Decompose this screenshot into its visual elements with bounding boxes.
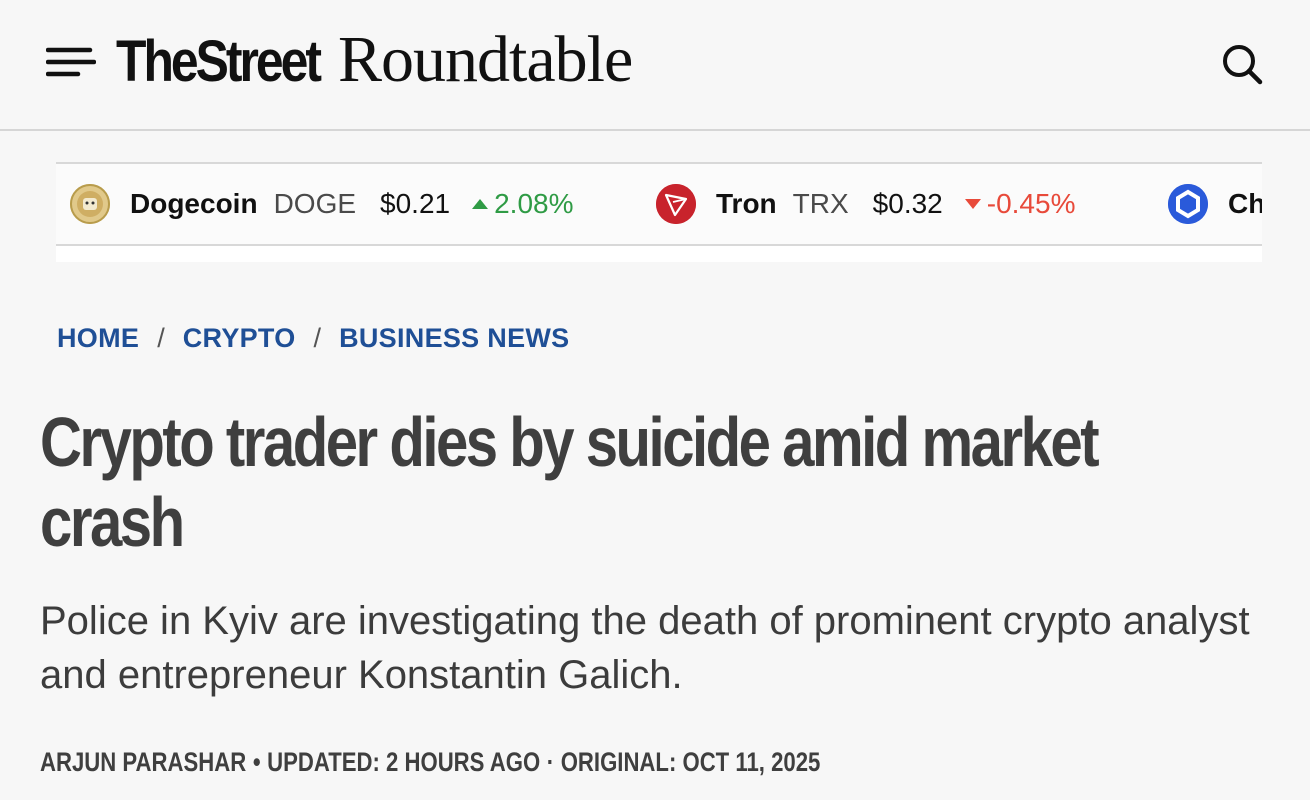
article-byline: ARJUN PARASHAR • UPDATED: 2 HOURS AGO · … xyxy=(40,742,992,782)
coin-symbol: DOGE xyxy=(273,188,357,219)
ticker-item-tron[interactable]: Tron TRX $0.32 -0.45% xyxy=(656,164,1075,244)
breadcrumb-separator: / xyxy=(157,322,165,353)
breadcrumb-business-news[interactable]: BUSINESS NEWS xyxy=(339,323,569,354)
crypto-ticker: Dogecoin DOGE $0.21 2.08% Tron TRX $0.32… xyxy=(56,162,1262,246)
site-logo[interactable]: TheStreet Roundtable xyxy=(116,22,633,102)
ticker-divider xyxy=(56,246,1262,262)
coin-change-value: -0.45% xyxy=(986,188,1076,219)
article-headline: Crypto trader dies by suicide amid marke… xyxy=(40,402,1270,562)
coin-name: Tron xyxy=(716,188,777,219)
coin-name: Dogecoin xyxy=(130,188,258,219)
site-header: TheStreet Roundtable xyxy=(0,0,1310,131)
menu-icon[interactable] xyxy=(45,42,97,82)
triangle-up-icon xyxy=(472,199,489,209)
ticker-item-chainlink[interactable]: Ch xyxy=(1168,164,1262,244)
byline-separator: • xyxy=(252,746,261,777)
breadcrumb: HOME / CRYPTO / BUSINESS NEWS xyxy=(57,318,570,358)
coin-change: -0.45% xyxy=(964,188,1076,220)
coin-price: $0.32 xyxy=(872,188,943,219)
coin-change-value: 2.08% xyxy=(494,188,574,219)
search-icon[interactable] xyxy=(1218,40,1266,88)
breadcrumb-home[interactable]: HOME xyxy=(57,323,139,354)
updated-time: UPDATED: 2 HOURS AGO xyxy=(267,746,541,777)
headline-text: Crypto trader dies by suicide amid marke… xyxy=(40,403,1100,561)
breadcrumb-separator: / xyxy=(313,322,322,353)
original-date: ORIGINAL: OCT 11, 2025 xyxy=(560,746,821,777)
author-name[interactable]: ARJUN PARASHAR xyxy=(40,747,246,778)
tron-icon xyxy=(656,184,696,224)
dogecoin-icon xyxy=(70,184,110,224)
triangle-down-icon xyxy=(964,199,981,209)
logo-roundtable: Roundtable xyxy=(338,23,633,96)
ticker-item-dogecoin[interactable]: Dogecoin DOGE $0.21 2.08% xyxy=(70,164,574,244)
coin-price: $0.21 xyxy=(380,188,451,219)
breadcrumb-crypto[interactable]: CRYPTO xyxy=(183,323,296,354)
chainlink-icon xyxy=(1168,184,1208,224)
logo-thestreet: TheStreet xyxy=(116,29,322,94)
coin-name: Ch xyxy=(1228,188,1262,219)
coin-symbol: TRX xyxy=(792,188,849,219)
coin-change: 2.08% xyxy=(472,188,574,220)
byline-separator: · xyxy=(546,746,555,777)
article-subheadline: Police in Kyiv are investigating the dea… xyxy=(40,599,1250,697)
